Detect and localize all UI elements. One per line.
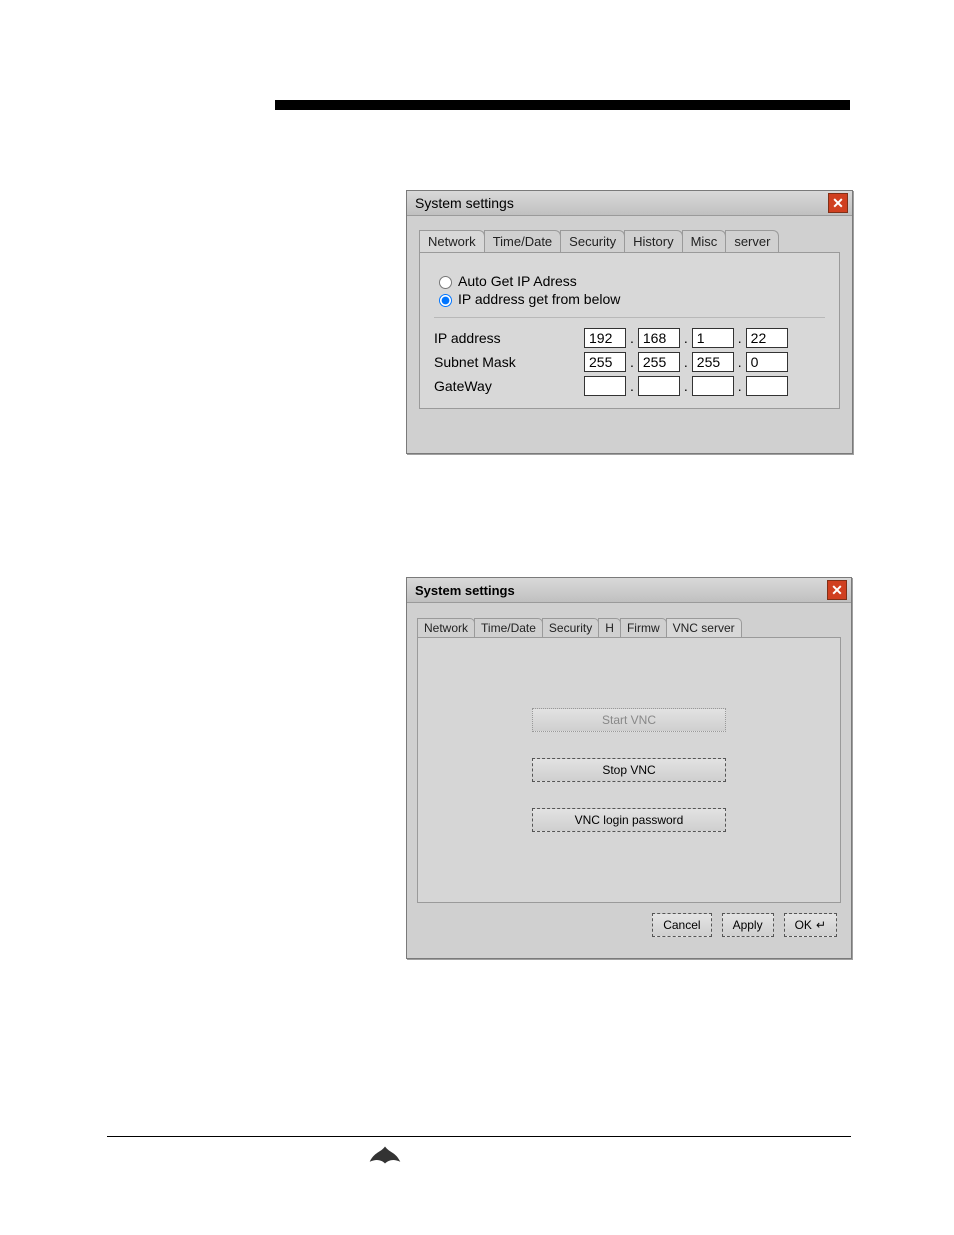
vnc-panel: Start VNC Stop VNC VNC login password [417, 637, 841, 903]
radio-manual-ip-label: IP address get from below [458, 291, 620, 307]
tab-network[interactable]: Network [419, 230, 485, 252]
close-icon[interactable]: ✕ [828, 193, 848, 213]
radio-auto-ip-input[interactable] [439, 276, 452, 289]
gateway-label: GateWay [434, 378, 584, 394]
dot: . [738, 378, 742, 394]
vnc-login-password-button[interactable]: VNC login password [532, 808, 726, 832]
tab-firmware[interactable]: Firmw [620, 618, 667, 637]
system-settings-dialog-vnc: System settings ✕ Network Time/Date Secu… [406, 577, 852, 959]
gw-oct3[interactable] [692, 376, 734, 396]
ip-oct1[interactable] [584, 328, 626, 348]
tab-security[interactable]: Security [560, 230, 625, 252]
tab-history[interactable]: History [624, 230, 682, 252]
mask-oct2[interactable] [638, 352, 680, 372]
apply-button[interactable]: Apply [722, 913, 774, 937]
dialog-title: System settings [415, 195, 514, 211]
ip-grid: IP address . . . Subnet Mask . . . GateW… [434, 317, 825, 396]
gateway-row: GateWay . . . [434, 376, 825, 396]
dot: . [630, 354, 634, 370]
ip-oct2[interactable] [638, 328, 680, 348]
close-icon[interactable]: ✕ [827, 580, 847, 600]
gw-oct1[interactable] [584, 376, 626, 396]
start-vnc-button[interactable]: Start VNC [532, 708, 726, 732]
system-settings-dialog-network: System settings ✕ Network Time/Date Secu… [406, 190, 853, 454]
tab-misc[interactable]: Misc [682, 230, 727, 252]
radio-auto-ip-label: Auto Get IP Adress [458, 273, 577, 289]
dot: . [684, 354, 688, 370]
tabs-row: Network Time/Date Security History Misc … [407, 216, 852, 252]
tab-security[interactable]: Security [542, 618, 599, 637]
dot: . [684, 378, 688, 394]
radio-manual-ip-input[interactable] [439, 294, 452, 307]
dot: . [684, 330, 688, 346]
dialog-title: System settings [415, 583, 515, 598]
horizontal-rule-thick [275, 100, 850, 110]
titlebar: System settings ✕ [407, 578, 851, 603]
network-panel: Auto Get IP Adress IP address get from b… [419, 252, 840, 409]
ip-oct4[interactable] [746, 328, 788, 348]
enter-key-icon: ↵ [816, 918, 826, 932]
teledyne-logo-icon [368, 1144, 402, 1166]
tab-vnc-server[interactable]: VNC server [666, 618, 742, 637]
subnet-mask-label: Subnet Mask [434, 354, 584, 370]
tab-time-date[interactable]: Time/Date [474, 618, 543, 637]
ip-address-label: IP address [434, 330, 584, 346]
dot: . [630, 378, 634, 394]
gw-oct2[interactable] [638, 376, 680, 396]
dot: . [630, 330, 634, 346]
tabs-row: Network Time/Date Security H Firmw VNC s… [407, 603, 851, 637]
dot: . [738, 354, 742, 370]
tab-time-date[interactable]: Time/Date [484, 230, 561, 252]
titlebar: System settings ✕ [407, 191, 852, 216]
tab-network[interactable]: Network [417, 618, 475, 637]
subnet-mask-row: Subnet Mask . . . [434, 352, 825, 372]
mask-oct3[interactable] [692, 352, 734, 372]
mask-oct1[interactable] [584, 352, 626, 372]
radio-auto-ip[interactable]: Auto Get IP Adress [434, 273, 825, 289]
ok-button-label: OK [795, 918, 812, 932]
ip-address-row: IP address . . . [434, 328, 825, 348]
ip-oct3[interactable] [692, 328, 734, 348]
tab-h[interactable]: H [598, 618, 621, 637]
mask-oct4[interactable] [746, 352, 788, 372]
cancel-button[interactable]: Cancel [652, 913, 711, 937]
dot: . [738, 330, 742, 346]
ok-button[interactable]: OK ↵ [784, 913, 837, 937]
gw-oct4[interactable] [746, 376, 788, 396]
tab-server[interactable]: server [725, 230, 779, 252]
stop-vnc-button[interactable]: Stop VNC [532, 758, 726, 782]
dialog-button-row: Cancel Apply OK ↵ [407, 913, 851, 947]
radio-manual-ip[interactable]: IP address get from below [434, 291, 825, 307]
horizontal-rule-thin [107, 1136, 851, 1137]
